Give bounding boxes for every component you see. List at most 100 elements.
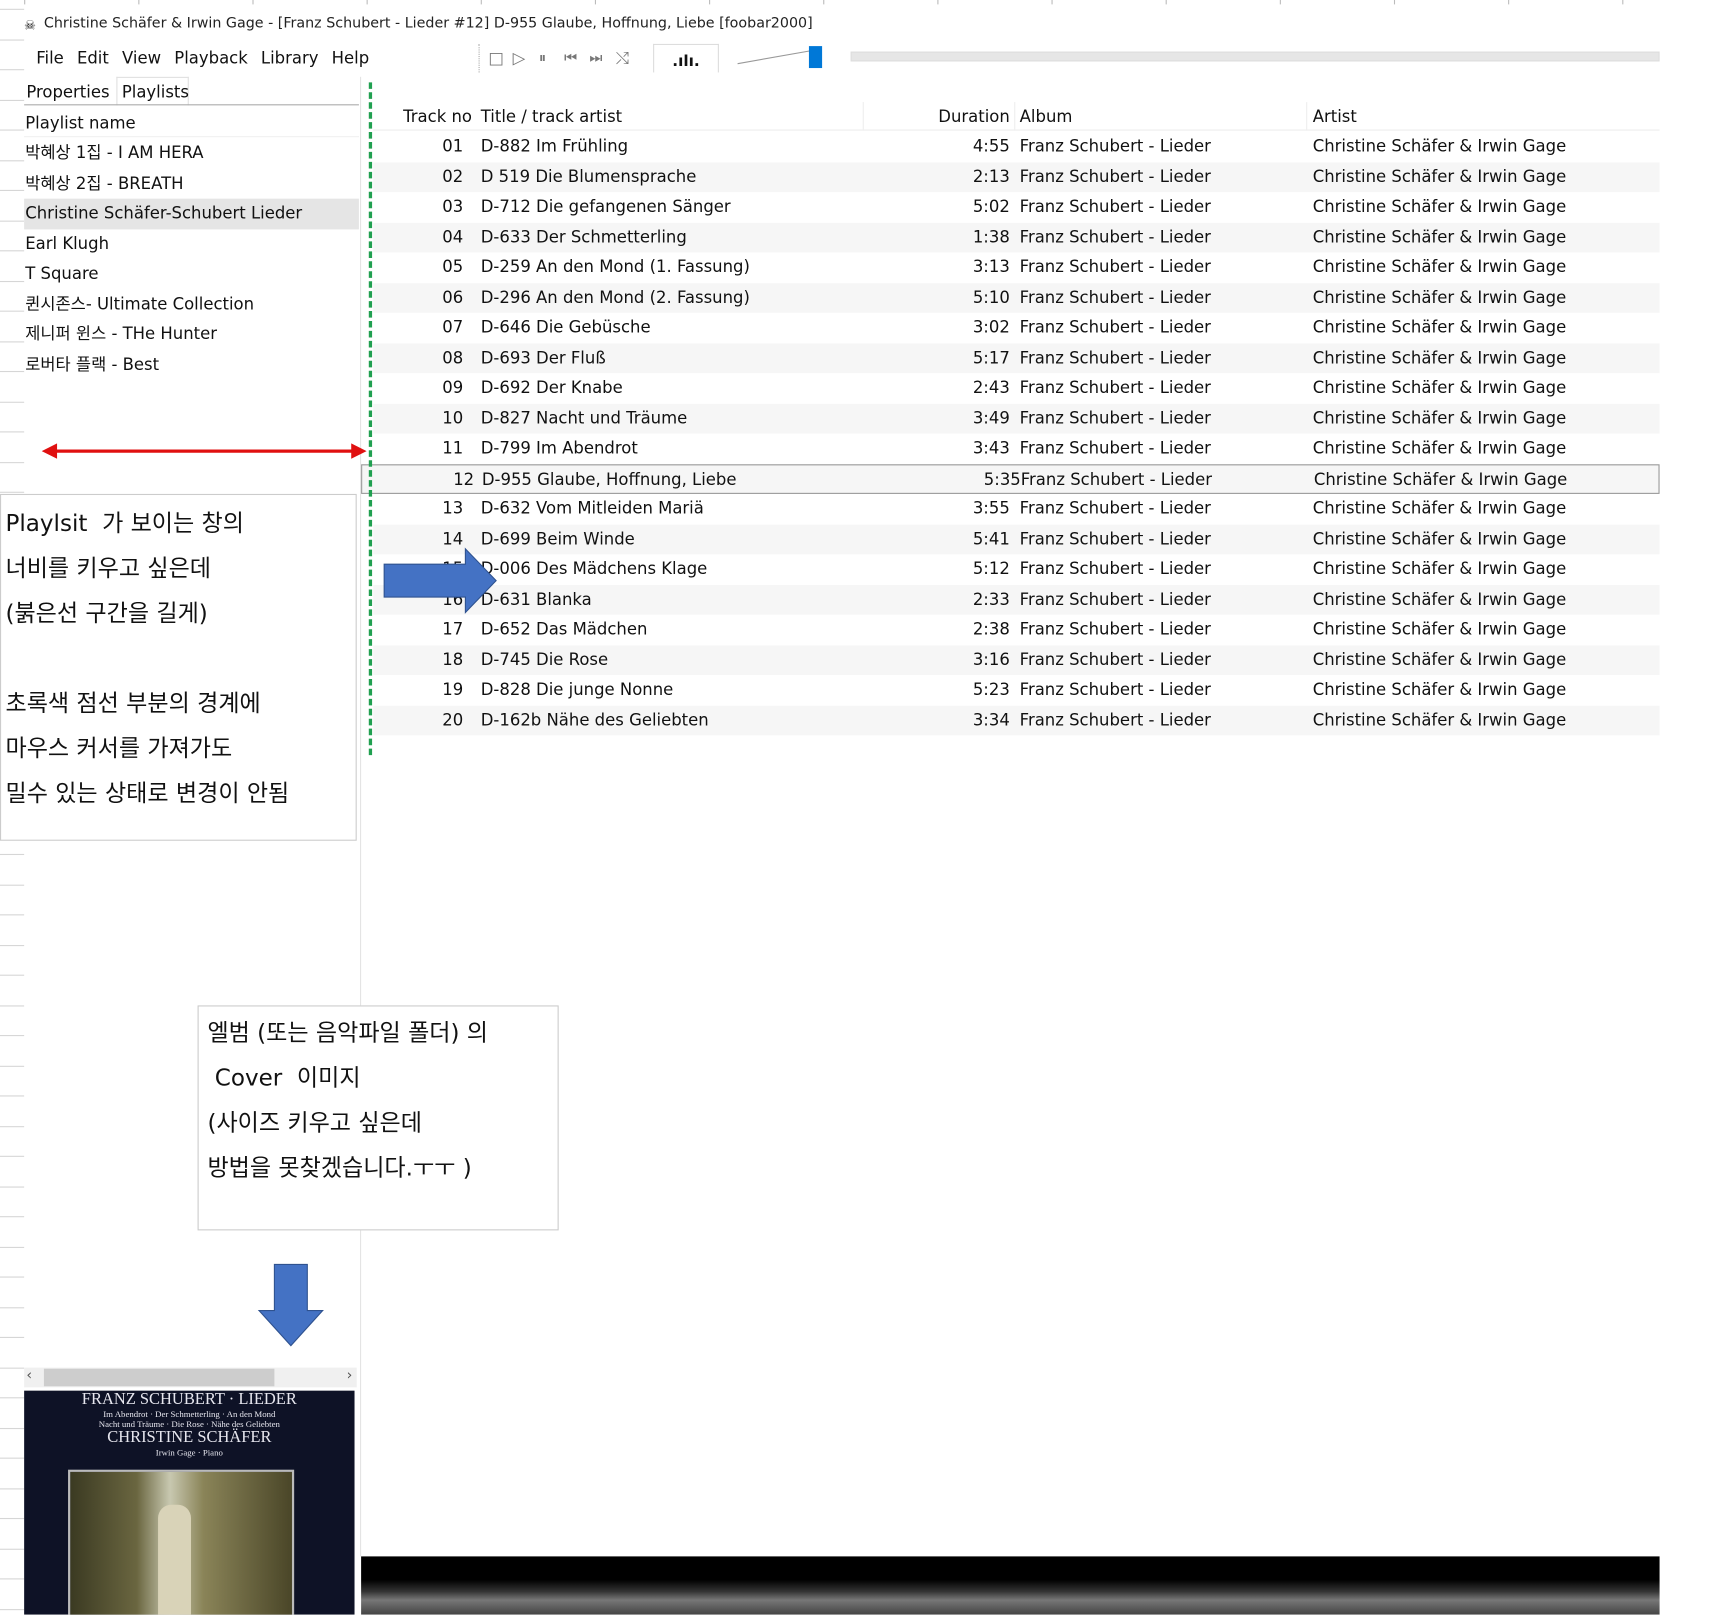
menu-view[interactable]: View: [122, 48, 161, 68]
scroll-right-icon[interactable]: ›: [347, 1368, 353, 1384]
playlist-item[interactable]: 박혜상 1집 - I AM HERA: [24, 138, 359, 168]
playlist-item[interactable]: Earl Klugh: [24, 229, 359, 259]
track-row[interactable]: 11 D-799 Im Abendrot 3:43 Franz Schubert - …: [373, 434, 1659, 464]
track-title: D-828 Die junge Nonne: [480, 679, 674, 700]
track-duration: 5:17: [972, 347, 1010, 368]
track-row[interactable]: 04 D-633 Der Schmetterling 1:38 Franz Schub…: [373, 222, 1660, 253]
track-duration: 3:43: [972, 437, 1010, 458]
menu-file[interactable]: File: [36, 48, 64, 68]
track-artist: Christine Schäfer & Irwin Gage: [1312, 407, 1567, 428]
column-title[interactable]: Title / track artist: [481, 102, 622, 131]
track-duration: 2:33: [972, 588, 1010, 609]
sheet-gridline: [594, 0, 596, 5]
track-number: 02: [442, 166, 464, 187]
menu-help[interactable]: Help: [332, 48, 370, 68]
track-row[interactable]: 12 D-955 Glaube, Hoffnung, Liebe 5:35 Franz…: [361, 463, 1660, 494]
menu-edit[interactable]: Edit: [77, 48, 109, 68]
track-album: Franz Schubert - Lieder: [1019, 528, 1211, 549]
track-artist: Christine Schäfer & Irwin Gage: [1312, 498, 1567, 519]
track-row[interactable]: 08 D-693 Der Fluß 5:17 Franz Schubert - Lie…: [373, 343, 1660, 374]
track-album: Franz Schubert - Lieder: [1019, 317, 1211, 337]
track-row[interactable]: 19 D-828 Die junge Nonne 5:23 Franz Schuber…: [373, 675, 1659, 705]
playlist-item[interactable]: 제니퍼 윈스 - THe Hunter: [24, 319, 359, 349]
track-row[interactable]: 09 D-692 Der Knabe 2:43 Franz Schubert - Li…: [373, 373, 1659, 403]
cover-scrollbar[interactable]: ‹ ›: [24, 1367, 357, 1388]
menu-library[interactable]: Library: [261, 48, 319, 68]
column-album[interactable]: Album: [1020, 102, 1073, 131]
track-row[interactable]: 16 D-631 Blanka 2:33 Franz Schubert - Liede…: [373, 584, 1660, 615]
playlist-item[interactable]: 박혜상 2집 - BREATH: [24, 168, 359, 198]
track-row[interactable]: 18 D-745 Die Rose 3:16 Franz Schubert - Lie…: [373, 644, 1660, 676]
track-row[interactable]: 10 D-827 Nacht und Träume 3:49 Franz Schube…: [373, 403, 1660, 434]
track-row[interactable]: 06 D-296 An den Mond (2. Fassung) 5:10 Fran…: [373, 282, 1660, 313]
track-duration: 2:43: [972, 377, 1010, 398]
sheet-gridline: [823, 0, 825, 5]
track-number: 03: [442, 196, 464, 217]
scroll-left-icon[interactable]: ‹: [26, 1368, 32, 1384]
blue-down-arrow-annotation: [257, 1263, 324, 1347]
track-duration: 5:12: [972, 558, 1010, 579]
volume-thumb[interactable]: [808, 46, 822, 69]
sheet-gridline: [0, 220, 25, 222]
sheet-gridline: [0, 1065, 25, 1067]
sheet-gridline: [0, 1004, 25, 1006]
sheet-gridline: [0, 1427, 25, 1429]
playlist-name-header[interactable]: Playlist name: [24, 109, 359, 138]
playlist-item[interactable]: 로버타 플랙 - Best: [24, 350, 359, 380]
track-row[interactable]: 20 D-162b Nähe des Geliebten 3:34 Franz Sch…: [373, 705, 1660, 736]
track-row[interactable]: 01 D-882 Im Frühling 4:55 Franz Schubert - …: [373, 132, 1659, 162]
column-track-no[interactable]: Track no: [403, 102, 472, 131]
column-divider[interactable]: [1306, 102, 1308, 131]
playlist-item[interactable]: Christine Schäfer-Schubert Lieder: [24, 198, 359, 229]
track-row[interactable]: 17 D-652 Das Mädchen 2:38 Franz Schubert - …: [373, 615, 1659, 645]
playlist-item[interactable]: T Square: [24, 259, 359, 289]
playlist-item[interactable]: 퀸시존스- Ultimate Collection: [24, 289, 359, 319]
track-row[interactable]: 05 D-259 An den Mond (1. Fassung) 3:13 Fran…: [373, 252, 1659, 282]
sheet-gridline: [0, 853, 25, 856]
tab-playlists[interactable]: Playlists: [116, 76, 189, 106]
track-title: D-799 Im Abendrot: [480, 437, 638, 458]
track-artist: Christine Schäfer & Irwin Gage: [1312, 528, 1567, 549]
track-number: 01: [442, 136, 464, 156]
track-duration: 3:13: [972, 256, 1010, 277]
column-artist[interactable]: Artist: [1313, 102, 1357, 131]
column-duration[interactable]: Duration: [938, 102, 1010, 131]
track-album: Franz Schubert - Lieder: [1019, 679, 1211, 700]
play-icon[interactable]: ▷: [513, 48, 526, 68]
track-title: D-882 Im Frühling: [480, 136, 629, 156]
track-row[interactable]: 13 D-632 Vom Mitleiden Mariä 3:55 Franz Sch…: [373, 494, 1659, 524]
previous-icon[interactable]: ⏮: [564, 50, 577, 66]
track-number: 20: [442, 709, 464, 730]
tab-properties[interactable]: Properties: [24, 79, 116, 105]
track-row[interactable]: 02 D 519 Die Blumensprache 2:13 Franz Schub…: [373, 161, 1660, 193]
volume-slider[interactable]: [735, 44, 825, 70]
seek-bar[interactable]: [850, 51, 1660, 62]
sheet-gridline: [0, 1185, 25, 1188]
track-album: Franz Schubert - Lieder: [1019, 347, 1211, 368]
track-artist: Christine Schäfer & Irwin Gage: [1312, 256, 1567, 277]
column-divider[interactable]: [1014, 102, 1016, 131]
track-row[interactable]: 03 D-712 Die gefangenen Sänger 5:02 Franz S…: [373, 192, 1659, 222]
sheet-gridline: [480, 0, 482, 5]
pause-icon[interactable]: ⏸: [539, 50, 546, 66]
stop-icon[interactable]: □: [488, 48, 504, 68]
column-divider[interactable]: [862, 102, 864, 131]
track-title: D-162b Nähe des Geliebten: [480, 709, 709, 730]
sheet-gridline: [0, 491, 25, 493]
sheet-gridline: [0, 1276, 25, 1278]
scrollbar-thumb[interactable]: [43, 1368, 275, 1387]
blue-right-arrow-annotation: [383, 547, 497, 614]
track-row[interactable]: 07 D-646 Die Gebüsche 3:02 Franz Schubert -…: [373, 313, 1659, 343]
sheet-gridline: [1279, 0, 1281, 5]
next-icon[interactable]: ⏭: [589, 50, 602, 66]
random-icon[interactable]: ⤭: [616, 48, 629, 68]
menu-playback[interactable]: Playback: [174, 48, 247, 68]
track-row[interactable]: 15D-006 Des Mädchens Klage5:12Franz Schu…: [373, 554, 1659, 584]
panel-splitter[interactable]: [360, 76, 362, 1557]
sheet-gridline: [24, 0, 26, 5]
track-row[interactable]: 14 D-699 Beim Winde 5:41 Franz Schubert - L…: [373, 524, 1660, 555]
track-album: Franz Schubert - Lieder: [1019, 226, 1211, 247]
track-title: D-745 Die Rose: [480, 649, 609, 669]
track-duration: 5:35: [983, 469, 1021, 489]
red-double-arrow-annotation: [41, 443, 367, 459]
